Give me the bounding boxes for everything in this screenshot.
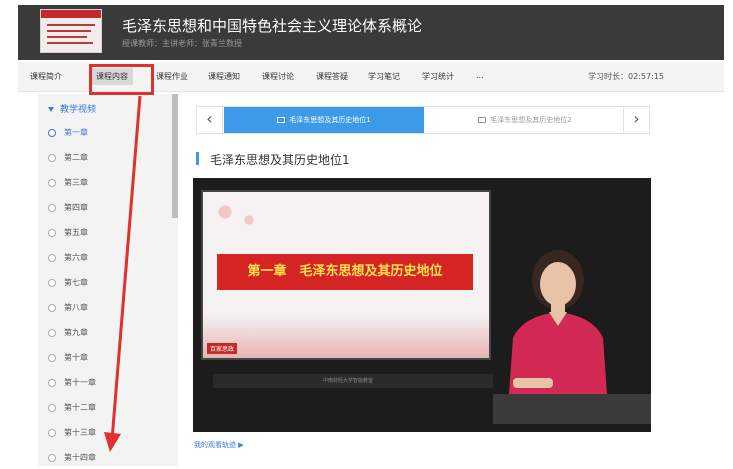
nav-course-homework[interactable]: 课程作业 (156, 71, 188, 82)
lesson-title: 毛泽东思想及其历史地位1 (196, 151, 350, 167)
study-time: 学习时长：02:57:15 (588, 72, 664, 81)
slide-title: 第一章 毛泽东思想及其历史地位 (247, 264, 443, 279)
chapter-item[interactable]: 第三章 (48, 177, 88, 191)
nav-study-stats[interactable]: 学习统计 (422, 71, 454, 82)
fireworks-decoration (207, 196, 267, 236)
tv-brand: 中南财经大学智能教室 (323, 378, 374, 384)
circle-icon (48, 328, 56, 337)
chapter-label: 第十二章 (64, 403, 96, 412)
circle-icon (48, 228, 56, 237)
chapter-label: 第三章 (64, 178, 88, 187)
chapter-label: 第十四章 (64, 453, 96, 462)
chapter-label: 第八章 (64, 303, 88, 312)
lesson-tab-active[interactable]: 毛泽东思想及其历史地位1 (224, 107, 424, 133)
chapter-label: 第十三章 (64, 428, 96, 437)
chapter-label: 第九章 (64, 328, 88, 337)
watch-history-link[interactable]: 我的观看轨迹 ▶ (194, 440, 244, 450)
nav-study-notes[interactable]: 学习笔记 (368, 71, 400, 82)
annotation-highlight-box (89, 64, 154, 95)
sidebar-scrollbar[interactable] (172, 94, 178, 218)
course-header: 毛泽东思想和中国特色社会主义理论体系概论 授课教师：主讲老师：张青兰数授 (18, 5, 724, 60)
chapter-item[interactable]: 第一章 (48, 127, 88, 141)
circle-icon (48, 253, 56, 262)
circle-icon (48, 403, 56, 412)
lecture-slide: 第一章 毛泽东思想及其历史地位 百家思政 (201, 190, 491, 360)
chapter-item[interactable]: 第十章 (48, 352, 88, 366)
chapter-item[interactable]: 第八章 (48, 302, 88, 316)
slide-background-wave (203, 314, 489, 358)
section-title: 教学视频 (60, 105, 97, 115)
circle-icon (48, 128, 56, 137)
chapter-item[interactable]: 第二章 (48, 152, 88, 166)
nav-course-notice[interactable]: 课程通知 (208, 71, 240, 82)
chapter-sidebar: 教学视频 第一章 第二章 第三章 第四章 第五章 第六章 第七章 第八章 第九章… (38, 94, 178, 466)
circle-icon (48, 378, 56, 387)
nav-course-intro[interactable]: 课程简介 (30, 71, 62, 82)
tv-frame-bottom: 中南财经大学智能教室 (213, 374, 493, 388)
slide-logo: 百家思政 (207, 343, 238, 354)
chapter-item[interactable]: 第四章 (48, 202, 88, 216)
chapter-label: 第四章 (64, 203, 88, 212)
chapter-label: 第十章 (64, 353, 88, 362)
chapter-item[interactable]: 第七章 (48, 277, 88, 291)
circle-icon (48, 453, 56, 462)
chapter-label: 第七章 (64, 278, 88, 287)
chapter-label: 第十一章 (64, 378, 96, 387)
circle-icon (48, 428, 56, 437)
circle-icon (48, 203, 56, 212)
course-teacher: 授课教师：主讲老师：张青兰数授 (122, 39, 242, 48)
lesson-tabs: ‹ 毛泽东思想及其历史地位1 毛泽东思想及其历史地位2 › (196, 106, 650, 134)
circle-icon (48, 278, 56, 287)
lesson-tab[interactable]: 毛泽东思想及其历史地位2 (427, 107, 623, 133)
nav-more[interactable]: ... (476, 71, 484, 80)
chapter-item[interactable]: 第五章 (48, 227, 88, 241)
slide-banner: 第一章 毛泽东思想及其历史地位 (217, 254, 473, 290)
triangle-down-icon (48, 107, 54, 112)
chapter-label: 第五章 (64, 228, 88, 237)
lesson-tab-label: 毛泽东思想及其历史地位1 (289, 116, 371, 124)
lesson-title-text: 毛泽东思想及其历史地位1 (210, 153, 350, 167)
prev-lesson-button[interactable]: ‹ (197, 107, 223, 133)
chapter-item[interactable]: 第十二章 (48, 402, 96, 416)
monitor-icon (277, 117, 286, 123)
course-cover-image (40, 9, 102, 53)
chapter-label: 第一章 (64, 128, 88, 137)
lecturer-figure (508, 250, 608, 408)
chapter-label: 第二章 (64, 153, 88, 162)
next-lesson-button[interactable]: › (623, 107, 649, 133)
nav-course-qa[interactable]: 课程答疑 (316, 71, 348, 82)
chapter-label: 第六章 (64, 253, 88, 262)
chapter-item[interactable]: 第十四章 (48, 452, 96, 466)
title-accent-bar (196, 152, 199, 165)
video-player[interactable]: 第一章 毛泽东思想及其历史地位 百家思政 中南财经大学智能教室 (193, 178, 651, 432)
chapter-item[interactable]: 第九章 (48, 327, 88, 341)
monitor-icon (478, 117, 487, 123)
lesson-tab-label: 毛泽东思想及其历史地位2 (490, 116, 572, 124)
circle-icon (48, 178, 56, 187)
lecture-desk (493, 394, 651, 424)
chapter-item[interactable]: 第六章 (48, 252, 88, 266)
chapter-item[interactable]: 第十三章 (48, 427, 96, 441)
chapter-item[interactable]: 第十一章 (48, 377, 96, 391)
circle-icon (48, 303, 56, 312)
course-title: 毛泽东思想和中国特色社会主义理论体系概论 (122, 17, 423, 35)
nav-course-discussion[interactable]: 课程讨论 (262, 71, 294, 82)
teaching-video-section[interactable]: 教学视频 (48, 102, 96, 115)
circle-icon (48, 353, 56, 362)
circle-icon (48, 153, 56, 162)
